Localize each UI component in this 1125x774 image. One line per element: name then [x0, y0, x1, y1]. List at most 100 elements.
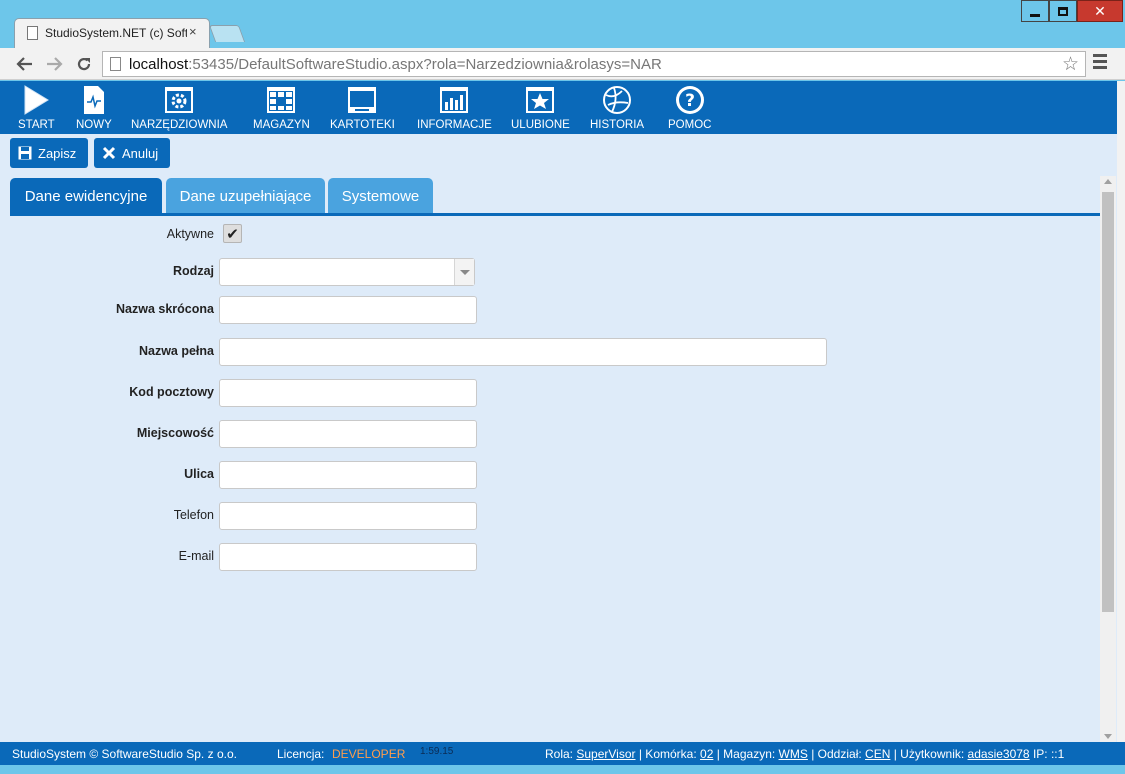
window-titlebar: StudioSystem.NET (c) Soft × ✕ [0, 0, 1125, 48]
arrow-right-icon [47, 57, 63, 71]
ulica-label: Ulica [184, 467, 214, 481]
help-icon: ? [675, 85, 705, 115]
session-time: 1:59.15 [420, 746, 454, 757]
play-icon [21, 85, 51, 115]
app-main-menu: START NOWY NARZĘDZIOWNIA MAGAZYN KARTOTE… [0, 81, 1117, 134]
back-button[interactable] [13, 52, 37, 76]
minimize-button[interactable] [1021, 0, 1049, 22]
minimize-icon [1030, 13, 1040, 17]
tab-dane-ewidencyjne[interactable]: Dane ewidencyjne [10, 178, 162, 214]
rodzaj-label: Rodzaj [173, 264, 214, 278]
url-text: localhost:53435/DefaultSoftwareStudio.as… [129, 56, 662, 73]
save-button[interactable]: Zapisz [10, 138, 88, 168]
form-row-rodzaj: Rodzaj [0, 258, 900, 286]
tab-underline [10, 213, 1100, 216]
status-bar: StudioSystem © SoftwareStudio Sp. z o.o.… [0, 742, 1125, 765]
form-row-aktywne: Aktywne ✔ [0, 222, 900, 250]
aktywne-checkbox[interactable]: ✔ [223, 224, 242, 243]
tab-dane-uzupelniajace[interactable]: Dane uzupełniające [166, 178, 325, 214]
bar-chart-icon [439, 85, 469, 115]
nazwa-skrocona-label: Nazwa skrócona [116, 302, 214, 316]
miejscowosc-input[interactable] [219, 420, 477, 448]
form-row-nazwa-skrocona: Nazwa skrócona [0, 296, 900, 324]
gear-window-icon [164, 85, 194, 115]
nazwa-pelna-label: Nazwa pełna [138, 344, 214, 358]
content-area: Zapisz Anuluj Dane ewidencyjne Dane uzup… [0, 134, 1117, 742]
close-window-button[interactable]: ✕ [1077, 0, 1123, 22]
cancel-button[interactable]: Anuluj [94, 138, 170, 168]
menu-item-informacje[interactable]: INFORMACJE [417, 85, 492, 131]
page-icon [27, 26, 38, 40]
telefon-label: Telefon [173, 508, 214, 522]
vertical-scrollbar[interactable] [1100, 176, 1116, 742]
browser-tab-title: StudioSystem.NET (c) Soft [45, 26, 187, 40]
menu-item-historia[interactable]: HISTORIA [590, 85, 644, 131]
window-frame-right [1117, 81, 1125, 742]
form-row-nazwa-pelna: Nazwa pełna [0, 338, 900, 366]
menu-item-magazyn[interactable]: MAGAZYN [253, 85, 310, 131]
magazyn-link[interactable]: WMS [779, 747, 808, 761]
checkmark-icon: ✔ [226, 225, 239, 243]
new-tab-button[interactable] [208, 25, 246, 42]
forward-button[interactable] [42, 52, 66, 76]
ulica-input[interactable] [219, 461, 477, 489]
grid-window-icon [266, 85, 296, 115]
rola-link[interactable]: SuperVisor [576, 747, 635, 761]
reload-icon [77, 57, 91, 71]
email-input[interactable] [219, 543, 477, 571]
scrollbar-thumb[interactable] [1102, 192, 1114, 612]
menu-item-pomoc[interactable]: ? POMOC [668, 85, 711, 131]
form-row-email: E-mail [0, 543, 900, 571]
uzytkownik-link[interactable]: adasie3078 [968, 747, 1030, 761]
nazwa-skrocona-input[interactable] [219, 296, 477, 324]
kod-pocztowy-input[interactable] [219, 379, 477, 407]
menu-item-kartoteki[interactable]: KARTOTEKI [330, 85, 395, 131]
status-details: Rola: SuperVisor | Komórka: 02 | Magazyn… [545, 747, 1065, 761]
close-icon: ✕ [1094, 2, 1106, 19]
star-window-icon [525, 85, 555, 115]
monitor-icon [347, 85, 377, 115]
new-document-icon [79, 85, 109, 115]
ip-value: ::1 [1050, 747, 1065, 761]
telefon-input[interactable] [219, 502, 477, 530]
menu-item-narzedziownia[interactable]: NARZĘDZIOWNIA [131, 85, 227, 131]
browser-tab[interactable]: StudioSystem.NET (c) Soft × [14, 18, 210, 48]
menu-item-start[interactable]: START [18, 85, 55, 131]
window-frame-bottom [0, 765, 1125, 774]
maximize-button[interactable] [1049, 0, 1077, 22]
menu-item-nowy[interactable]: NOWY [76, 85, 112, 131]
miejscowosc-label: Miejscowość [136, 426, 214, 440]
globe-icon [602, 85, 632, 115]
rodzaj-select[interactable] [219, 258, 475, 286]
menu-item-ulubione[interactable]: ULUBIONE [511, 85, 570, 131]
komorka-link[interactable]: 02 [700, 747, 713, 761]
maximize-icon [1058, 6, 1068, 16]
scroll-down-icon[interactable] [1104, 734, 1112, 739]
browser-toolbar: localhost:53435/DefaultSoftwareStudio.as… [0, 48, 1125, 80]
arrow-left-icon [16, 57, 32, 71]
tab-systemowe[interactable]: Systemowe [328, 178, 433, 214]
nazwa-pelna-input[interactable] [219, 338, 827, 366]
chevron-down-icon[interactable] [454, 259, 474, 285]
licencja-value: DEVELOPER [332, 747, 406, 761]
bookmark-star-icon[interactable]: ☆ [1062, 53, 1079, 76]
form-row-telefon: Telefon [0, 502, 900, 530]
page-icon [110, 57, 121, 71]
reload-button[interactable] [72, 52, 96, 76]
address-bar[interactable]: localhost:53435/DefaultSoftwareStudio.as… [102, 51, 1086, 77]
copyright-text: StudioSystem © SoftwareStudio Sp. z o.o. [12, 747, 237, 761]
email-label: E-mail [178, 549, 214, 563]
scroll-up-icon[interactable] [1104, 179, 1112, 184]
floppy-disk-icon [18, 146, 32, 160]
aktywne-label: Aktywne [166, 227, 214, 241]
close-tab-icon[interactable]: × [189, 24, 197, 39]
oddzial-link[interactable]: CEN [865, 747, 890, 761]
browser-menu-icon[interactable] [1093, 54, 1107, 72]
form-row-miejscowosc: Miejscowość [0, 420, 900, 448]
licencja-label: Licencja: [277, 747, 325, 761]
svg-text:?: ? [685, 91, 695, 111]
form-row-ulica: Ulica [0, 461, 900, 489]
form-row-kod-pocztowy: Kod pocztowy [0, 379, 900, 407]
kod-pocztowy-label: Kod pocztowy [129, 385, 214, 399]
x-icon [102, 146, 116, 160]
